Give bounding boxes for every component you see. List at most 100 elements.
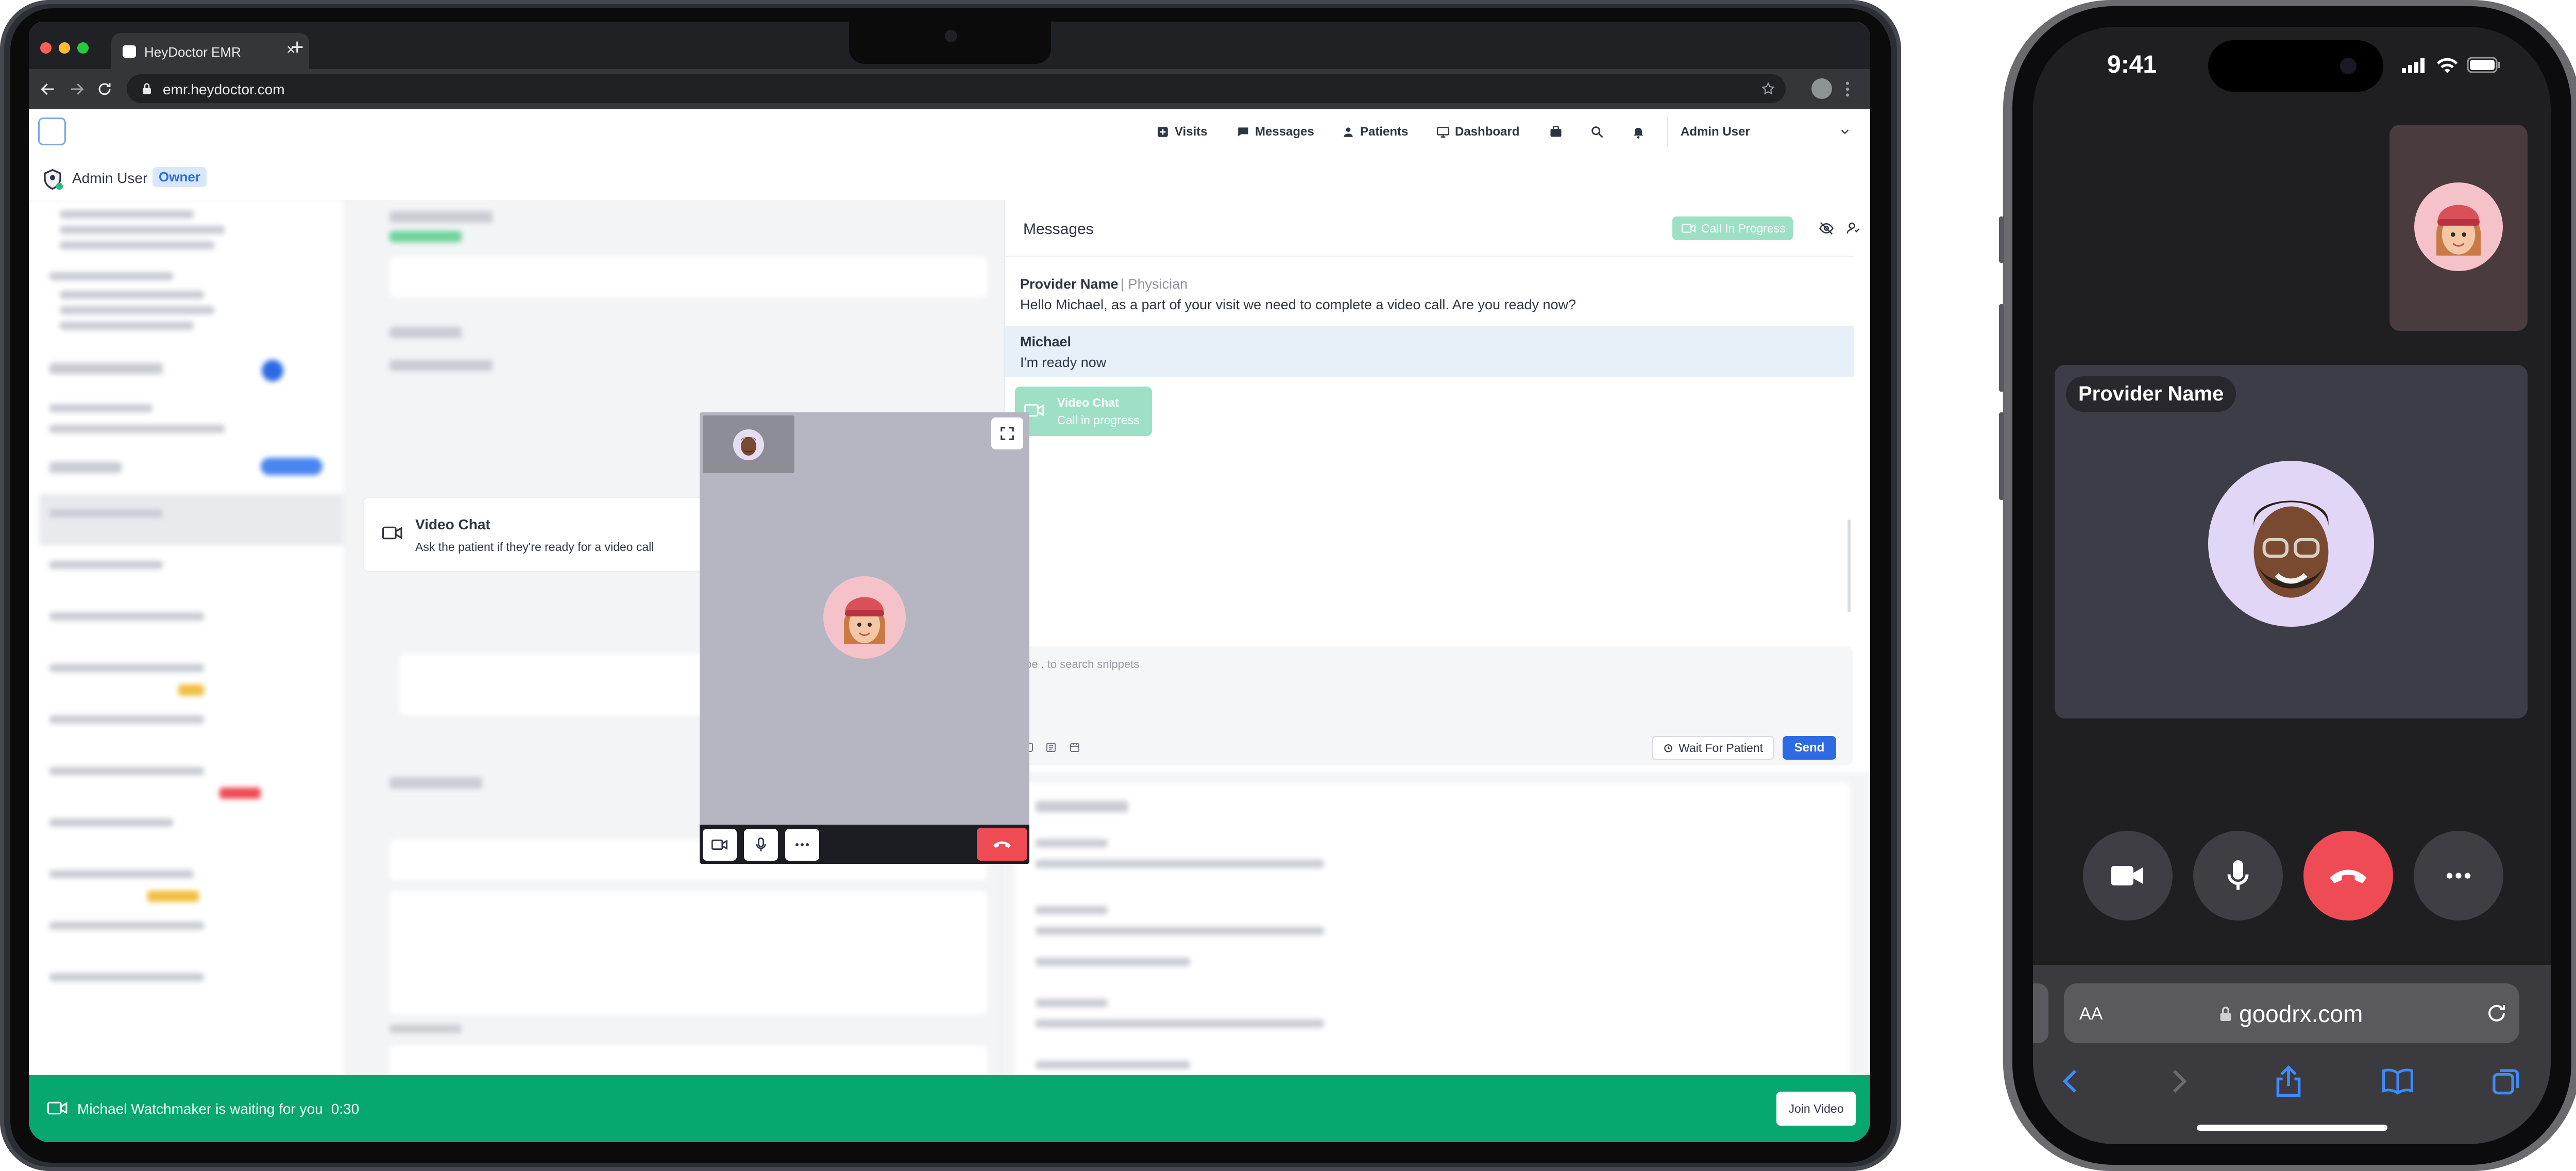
more-icon <box>795 843 809 846</box>
overlay-more-button[interactable] <box>785 829 819 861</box>
safari-address-bar[interactable]: AA goodrx.com <box>2064 983 2519 1043</box>
expand-icon <box>1001 427 1014 440</box>
nav-patients[interactable]: Patients <box>1342 125 1408 139</box>
bell-icon[interactable] <box>1631 125 1646 139</box>
video-chat-title: Video Chat <box>415 516 490 532</box>
patient-waiting-bar: Michael Watchmaker is waiting for you 0:… <box>29 1075 1870 1142</box>
previous-tab-peek <box>2033 983 2048 1043</box>
patient-avatar <box>2414 182 2503 271</box>
nav-visits[interactable]: Visits <box>1156 125 1208 139</box>
video-chat-card-subtitle: Call in progress <box>1057 413 1140 427</box>
waiting-message: Michael Watchmaker is waiting for you 0:… <box>77 1101 359 1117</box>
app-logo-icon[interactable] <box>38 118 66 145</box>
more-icon <box>2446 873 2471 879</box>
overlay-camera-button[interactable] <box>703 829 737 861</box>
self-view-tile <box>703 415 794 473</box>
safari-toolbar: AA goodrx.com <box>2033 965 2551 1144</box>
nav-dashboard[interactable]: Dashboard <box>1436 125 1519 139</box>
message-sender: Provider Name <box>1020 276 1118 292</box>
messages-scrollbar[interactable] <box>1848 520 1851 612</box>
waiting-timer: 0:30 <box>331 1101 360 1117</box>
person-icon <box>1344 127 1353 137</box>
bookmarks-icon[interactable] <box>2381 1068 2414 1095</box>
blurred-progress-notes <box>1004 772 1870 1102</box>
messages-title: Messages <box>1023 221 1094 238</box>
user-menu-label[interactable]: Admin User <box>1681 125 1750 139</box>
join-video-button[interactable]: Join Video <box>1776 1092 1856 1126</box>
profile-avatar[interactable] <box>1811 78 1832 99</box>
chevron-down-icon[interactable] <box>1839 126 1851 137</box>
messages-panel: Messages Call In Progress Provider Name … <box>1004 200 1870 772</box>
search-icon[interactable] <box>1590 125 1604 139</box>
phone-screen: 9:41 Provider Name AA goodrx.com <box>2033 27 2551 1144</box>
reload-icon[interactable] <box>96 80 113 98</box>
phone-mic-button[interactable] <box>2193 831 2283 921</box>
safari-url-text: goodrx.com <box>2239 1000 2363 1027</box>
phone-hangup-icon <box>2330 869 2367 883</box>
message-composer[interactable]: pe . to search snippets Wait For Patient… <box>1013 646 1853 765</box>
phone-volume-down <box>1999 412 2004 500</box>
waiting-text: Michael Watchmaker is waiting for you <box>77 1101 323 1117</box>
safari-forward-icon[interactable] <box>2169 1068 2190 1095</box>
url-text: emr.heydoctor.com <box>163 81 285 97</box>
forward-icon[interactable] <box>68 80 86 98</box>
safari-url: goodrx.com <box>2218 1000 2363 1028</box>
chat-icon <box>1238 127 1248 137</box>
overlay-call-controls <box>700 825 1029 864</box>
phone-more-button[interactable] <box>2414 831 2503 921</box>
phone-camera-button[interactable] <box>2083 831 2173 921</box>
safari-back-icon[interactable] <box>2060 1068 2080 1095</box>
phone-hangup-button[interactable] <box>2303 831 2393 921</box>
video-call-overlay[interactable] <box>700 412 1029 864</box>
fullscreen-button[interactable] <box>991 417 1023 449</box>
tabs-icon[interactable] <box>2492 1067 2521 1097</box>
schedule-icon[interactable] <box>1069 741 1081 754</box>
messages-divider <box>1005 256 1854 257</box>
bookmark-star-icon[interactable] <box>1761 81 1775 96</box>
eye-off-icon[interactable] <box>1819 221 1834 236</box>
wait-for-patient-button[interactable]: Wait For Patient <box>1652 736 1774 760</box>
video-chat-description: Ask the patient if they're ready for a v… <box>415 540 654 554</box>
overlay-mic-button[interactable] <box>744 829 778 861</box>
composer-placeholder: pe . to search snippets <box>1025 658 1140 671</box>
lock-icon <box>143 83 151 94</box>
video-camera-icon <box>711 839 728 850</box>
new-tab-button[interactable]: + <box>291 36 304 59</box>
phone-volume-up <box>1999 304 2004 392</box>
call-in-progress-label: Call In Progress <box>1701 221 1786 235</box>
microphone-icon <box>756 837 766 851</box>
video-chat-card[interactable]: Video Chat Ask the patient if they're re… <box>364 498 714 571</box>
wait-for-patient-label: Wait For Patient <box>1678 741 1764 755</box>
front-camera <box>2340 58 2357 74</box>
nav-messages[interactable]: Messages <box>1236 125 1314 139</box>
plus-square-icon <box>1158 127 1168 137</box>
back-icon[interactable] <box>39 80 57 98</box>
browser-toolbar: emr.heydoctor.com <box>29 69 1870 109</box>
reader-aa-button[interactable]: AA <box>2079 1004 2103 1024</box>
favicon-icon <box>123 45 136 58</box>
video-camera-icon <box>382 526 402 540</box>
nav-patients-label: Patients <box>1360 125 1409 139</box>
video-camera-icon <box>47 1101 67 1115</box>
share-icon[interactable] <box>2274 1065 2303 1098</box>
briefcase-icon[interactable] <box>1549 125 1563 139</box>
reload-icon[interactable] <box>2484 1001 2509 1026</box>
more-icon[interactable] <box>1844 80 1851 98</box>
message-text: Hello Michael, as a part of your visit w… <box>1020 297 1577 312</box>
message-item-highlighted: Michael I'm ready now <box>1005 326 1854 377</box>
phone-hangup-icon <box>993 841 1011 848</box>
battery-icon <box>2467 57 2500 73</box>
window-zoom-button[interactable] <box>77 42 89 54</box>
template-icon[interactable] <box>1045 741 1057 754</box>
window-minimize-button[interactable] <box>59 42 70 54</box>
user-bar: Admin User Owner <box>29 159 1870 201</box>
home-indicator <box>2197 1125 2387 1131</box>
address-bar[interactable]: emr.heydoctor.com <box>127 74 1786 103</box>
send-button[interactable]: Send <box>1783 736 1836 760</box>
assign-user-icon[interactable] <box>1845 221 1861 236</box>
video-chat-status-card[interactable]: Video Chat Call in progress <box>1015 387 1152 436</box>
window-close-button[interactable] <box>40 42 52 54</box>
browser-tab[interactable]: HeyDoctor EMR × <box>111 33 309 69</box>
wifi-icon <box>2436 58 2458 73</box>
overlay-hangup-button[interactable] <box>977 828 1027 861</box>
